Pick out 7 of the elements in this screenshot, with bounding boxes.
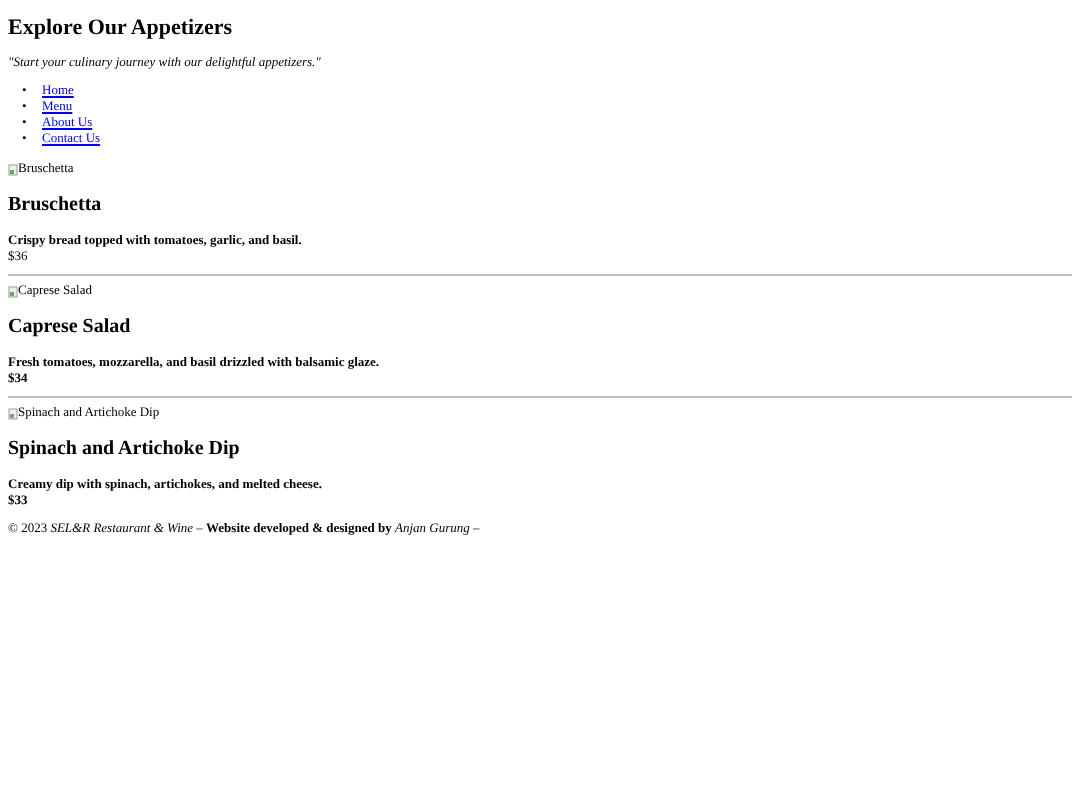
- dish-name: Spinach and Artichoke Dip: [8, 438, 242, 462]
- page-title: Explore Our Appetizers: [8, 16, 235, 40]
- dish-name: Bruschetta: [8, 194, 104, 218]
- broken-image-icon: [8, 164, 18, 176]
- dish-name: Caprese Salad: [8, 316, 133, 340]
- broken-image-icon: [8, 408, 18, 420]
- broken-image-icon: [8, 286, 18, 298]
